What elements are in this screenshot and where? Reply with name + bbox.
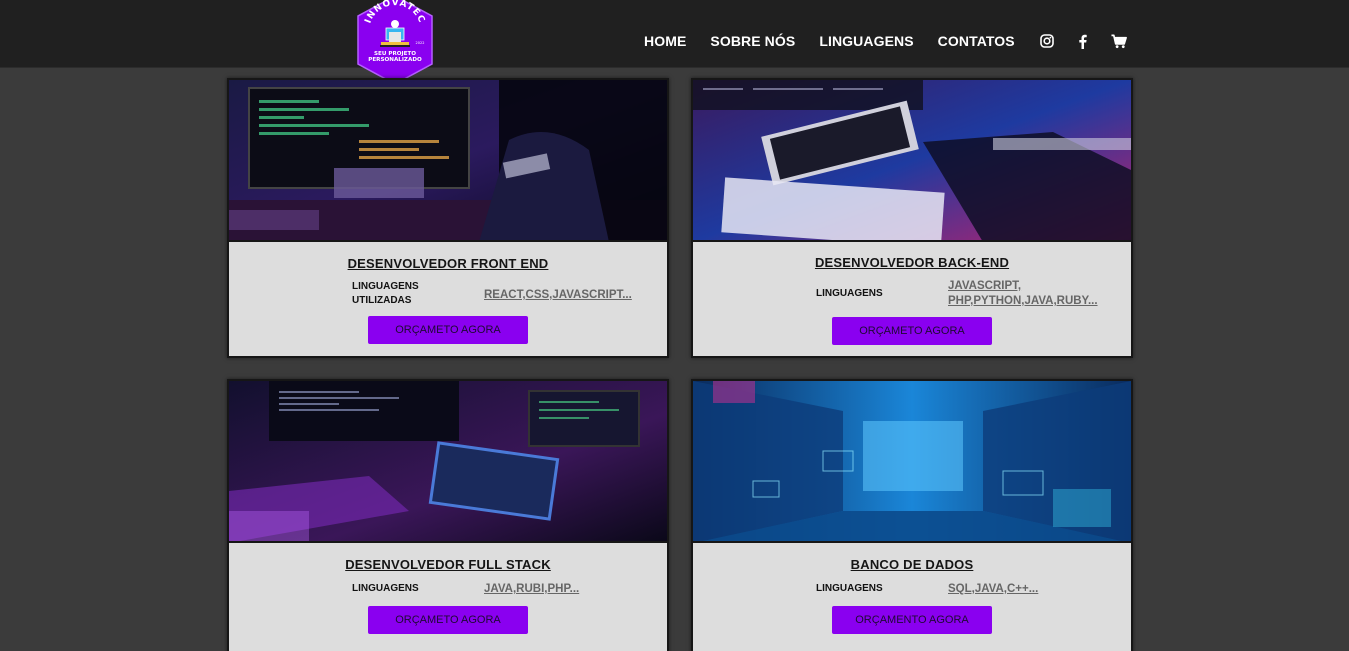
service-card-back-end: DESENVOLVEDOR BACK-END LINGUAGENS JAVASC… [691, 78, 1133, 358]
main-nav: HOME SOBRE NÓS LINGUAGENS CONTATOS [644, 31, 1147, 51]
service-card-full-stack: DESENVOLVEDOR FULL STACK LINGUAGENS JAVA… [227, 379, 669, 651]
card-title: BANCO DE DADOS [850, 557, 974, 572]
card-title: DESENVOLVEDOR FULL STACK [345, 557, 551, 572]
languages-value-link[interactable]: SQL,JAVA,C++... [948, 582, 1118, 597]
nav-contatos-link[interactable]: CONTATOS [938, 33, 1015, 49]
languages-value-link[interactable]: REACT,CSS,JAVASCRIPT... [484, 288, 654, 303]
languages-value-link[interactable]: JAVASCRIPT, PHP,PYTHON,JAVA,RUBY... [948, 279, 1118, 309]
quote-button[interactable]: ORÇAMETO AGORA [368, 316, 528, 344]
nav-home-link[interactable]: HOME [644, 33, 686, 49]
languages-label: LINGUAGENS [816, 288, 883, 299]
service-card-database: BANCO DE DADOS LINGUAGENS SQL,JAVA,C++..… [691, 379, 1133, 651]
languages-value-link[interactable]: JAVA,RUBI,PHP... [484, 582, 654, 597]
service-card-front-end: DESENVOLVEDOR FRONT END LINGUAGENS UTILI… [227, 78, 669, 358]
navbar: INNOVATEC SEU PROJETO PERSONALIZADO 2022… [0, 0, 1349, 85]
nav-linguagens-link[interactable]: LINGUAGENS [819, 33, 913, 49]
quote-button[interactable]: ORÇAMENTO AGORA [832, 606, 992, 634]
instagram-icon[interactable] [1039, 33, 1055, 49]
full-stack-image [229, 381, 667, 543]
facebook-icon[interactable] [1075, 33, 1091, 49]
logo-year: 2022 [416, 41, 425, 45]
card-title: DESENVOLVEDOR BACK-END [814, 255, 1010, 270]
back-end-image [693, 80, 1131, 242]
quote-button[interactable]: ORÇAMETO AGORA [368, 606, 528, 634]
front-end-image [229, 80, 667, 242]
quote-button[interactable]: ORÇAMETO AGORA [832, 317, 992, 345]
cart-icon[interactable] [1111, 33, 1127, 49]
nav-sobre-nos-link[interactable]: SOBRE NÓS [710, 33, 795, 49]
languages-label: LINGUAGENS UTILIZADAS [352, 281, 419, 306]
card-title: DESENVOLVEDOR FRONT END [347, 256, 549, 271]
database-image [693, 381, 1131, 543]
languages-label: LINGUAGENS [816, 583, 883, 594]
languages-label: LINGUAGENS [352, 583, 419, 594]
logo-line2: PERSONALIZADO [368, 57, 422, 63]
innovatec-logo[interactable]: INNOVATEC SEU PROJETO PERSONALIZADO 2022 [354, 0, 436, 86]
